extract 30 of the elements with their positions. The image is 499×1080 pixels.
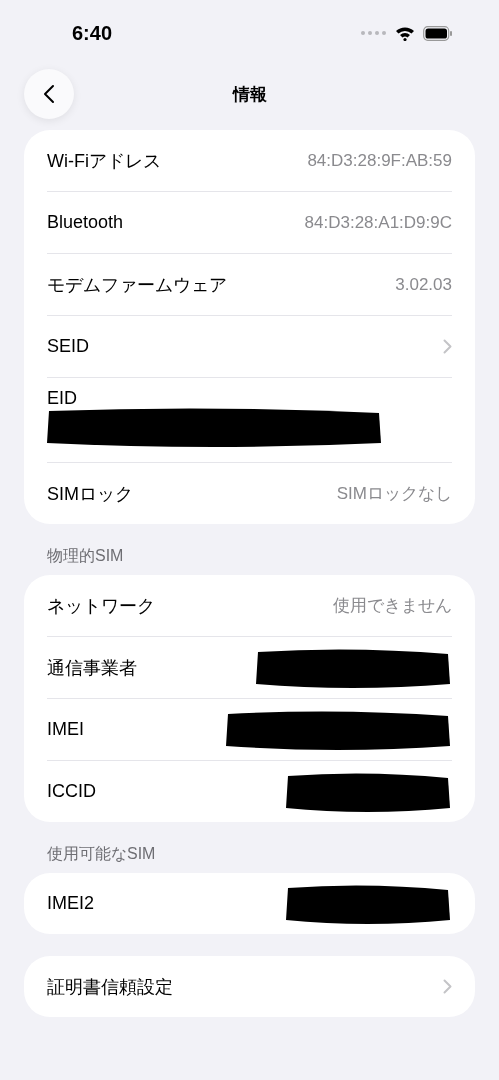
row-value: 84:D3:28:9F:AB:59: [307, 150, 452, 171]
row-label: SEID: [47, 336, 89, 357]
wifi-icon: [395, 25, 415, 41]
signal-icon: [361, 31, 387, 35]
status-time: 6:40: [72, 21, 113, 45]
settings-row[interactable]: 証明書信頼設定: [47, 956, 452, 1017]
row-value: 84:D3:28:A1:D9:9C: [304, 212, 452, 233]
row-value: SIMロックなし: [336, 483, 452, 505]
row-label: SIMロック: [47, 482, 133, 506]
row-value: 3.02.03: [395, 274, 452, 295]
chevron-icon: [443, 979, 452, 994]
section-header: 物理的SIM: [46, 546, 125, 566]
row-label: IMEI: [47, 719, 84, 740]
row-label: IMEI2: [47, 893, 94, 914]
chevron-icon: [443, 339, 452, 354]
row-label: 通信事業者: [47, 656, 137, 680]
row-label: EID: [47, 387, 78, 409]
back-button[interactable]: [24, 69, 74, 119]
row-value: 使用できません: [333, 595, 452, 617]
page-title: 情報: [232, 83, 267, 106]
row-label: ネットワーク: [47, 594, 155, 618]
row-label: モデムファームウェア: [47, 273, 227, 297]
back-icon: [43, 84, 55, 104]
section-header: 使用可能なSIM: [46, 844, 157, 864]
row-label: ICCID: [47, 781, 96, 802]
row-label: Wi-Fiアドレス: [47, 149, 161, 173]
row-label: Bluetooth: [47, 212, 124, 233]
settings-row[interactable]: SEID: [47, 316, 452, 378]
battery-icon: [423, 25, 453, 41]
row-label: 証明書信頼設定: [47, 975, 173, 999]
